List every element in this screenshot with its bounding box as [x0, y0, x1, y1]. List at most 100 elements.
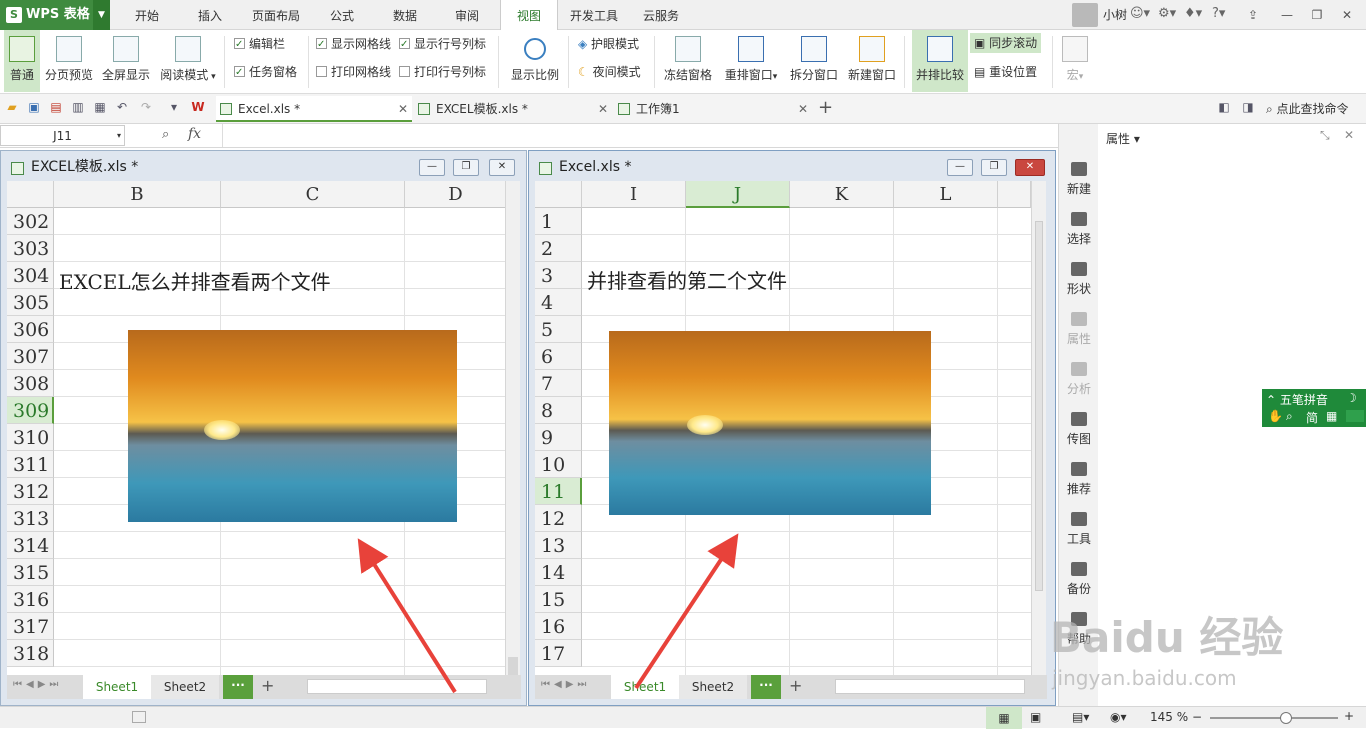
app-menu-button[interactable]: S WPS 表格 ▼ — [0, 0, 110, 30]
doc-tab-workbook1[interactable]: 工作簿1 ✕ — [614, 96, 812, 122]
cell-text[interactable]: 并排查看的第二个文件 — [587, 265, 787, 294]
undo-icon[interactable]: ↶ — [114, 100, 130, 116]
wps-w-icon[interactable]: W — [190, 100, 206, 116]
new-tab-button[interactable]: + — [818, 97, 833, 118]
row-header[interactable]: 302 — [7, 208, 54, 235]
minimize-button[interactable]: — — [419, 159, 445, 176]
row-header[interactable]: 12 — [535, 505, 582, 532]
ime-toolbar[interactable]: ⌃ 五笔拼音 ☽ ✋ ⌕ 简 ▦ — [1262, 389, 1366, 427]
tab-developer[interactable]: 开发工具 — [562, 0, 626, 30]
zoom-level[interactable]: 145 % — [1150, 710, 1188, 724]
add-sheet-button[interactable]: + — [789, 676, 802, 695]
sidebar-item[interactable]: 属性 — [1059, 304, 1099, 352]
row-header[interactable]: 9 — [535, 424, 582, 451]
cell-text[interactable]: EXCEL怎么并排查看两个文件 — [59, 266, 331, 295]
row-header[interactable]: 17 — [535, 640, 582, 667]
zoom-slider-thumb[interactable] — [1280, 712, 1292, 724]
row-header[interactable]: 308 — [7, 370, 54, 397]
doc-tab-template[interactable]: EXCEL模板.xls * ✕ — [414, 96, 612, 122]
scroll-thumb[interactable] — [1035, 221, 1043, 591]
name-box[interactable]: J11 ▾ — [0, 125, 125, 146]
tab-start[interactable]: 开始 — [118, 0, 176, 30]
row-header[interactable]: 11 — [535, 478, 582, 505]
freeze-panes-button[interactable]: 冻结窗格 — [660, 30, 716, 92]
shirt-icon[interactable]: ♦▾ — [1184, 6, 1202, 21]
tab-page-layout[interactable]: 页面布局 — [244, 0, 308, 30]
tab-review[interactable]: 审阅 — [438, 0, 496, 30]
more-sheets-button[interactable]: ··· — [223, 675, 253, 699]
row-header[interactable]: 314 — [7, 532, 54, 559]
close-icon[interactable]: ✕ — [1344, 128, 1354, 142]
user-name[interactable]: 小树 — [1103, 0, 1127, 30]
row-header[interactable]: 6 — [535, 343, 582, 370]
page-layout-icon[interactable]: ▣ — [1030, 710, 1041, 724]
zoom-out-button[interactable]: − — [1192, 710, 1202, 724]
tab-data[interactable]: 数据 — [376, 0, 434, 30]
row-header[interactable]: 310 — [7, 424, 54, 451]
row-header[interactable]: 15 — [535, 586, 582, 613]
row-header[interactable]: 307 — [7, 343, 54, 370]
reading-mode-button[interactable]: 阅读模式 ▾ — [156, 30, 220, 92]
open-icon[interactable]: ▰ — [4, 100, 20, 116]
share-icon[interactable]: ◨ — [1240, 100, 1256, 116]
minimize-icon[interactable]: — — [1276, 5, 1298, 25]
sheet-nav-arrows[interactable]: ⏮◀▶⏭ — [13, 679, 62, 690]
row-header[interactable]: 7 — [535, 370, 582, 397]
page-break-preview-button[interactable]: 分页预览 — [42, 30, 96, 92]
close-icon[interactable]: ✕ — [398, 96, 408, 122]
column-header[interactable]: D — [405, 181, 507, 208]
command-search[interactable]: ⌕ 点此查找命令 — [1266, 100, 1349, 117]
normal-view-button[interactable]: 普通 — [4, 30, 40, 92]
column-header[interactable]: C — [221, 181, 405, 208]
sync-scroll-button[interactable]: ▣ 同步滚动 — [970, 33, 1042, 53]
row-header[interactable]: 313 — [7, 505, 54, 532]
row-header[interactable]: 309 — [7, 397, 54, 424]
zoom-ratio-button[interactable]: 显示比例 — [506, 30, 564, 92]
sidebar-item[interactable]: 选择 — [1059, 204, 1099, 252]
row-header[interactable]: 318 — [7, 640, 54, 667]
row-header[interactable]: 1 — [535, 208, 582, 235]
close-icon[interactable]: ✕ — [1336, 5, 1358, 25]
close-button[interactable]: ✕ — [489, 159, 515, 176]
column-header[interactable]: L — [894, 181, 998, 208]
row-header[interactable]: 303 — [7, 235, 54, 262]
eye-mode-button[interactable]: ◈ 护眼模式 — [578, 34, 639, 54]
zoom-in-button[interactable]: + — [1344, 709, 1354, 723]
avatar[interactable] — [1072, 3, 1098, 27]
rearrange-window-button[interactable]: 重排窗口▾ — [720, 30, 782, 92]
sidebar-item[interactable]: 新建 — [1059, 154, 1099, 202]
task-pane-checkbox[interactable]: 任务窗格 — [234, 62, 297, 83]
minimize-button[interactable]: — — [947, 159, 973, 176]
row-header[interactable]: 316 — [7, 586, 54, 613]
print-headers-checkbox[interactable]: 打印行号列标 — [399, 62, 486, 82]
scroll-thumb[interactable] — [508, 657, 518, 675]
export-pdf-icon[interactable]: ▤ — [48, 100, 64, 116]
row-header[interactable]: 2 — [535, 235, 582, 262]
restore-icon[interactable]: ❐ — [1306, 5, 1328, 25]
zoom-in-icon[interactable]: ⌕ — [162, 127, 169, 142]
sheet-grid[interactable]: B C D 302 303 304 305 306 307 308 309 310 311 312 3… — [7, 181, 507, 675]
sunset-picture[interactable] — [609, 331, 931, 515]
row-header[interactable]: 305 — [7, 289, 54, 316]
doc-tab-excel[interactable]: Excel.xls * ✕ — [216, 96, 412, 122]
sunset-picture[interactable] — [128, 330, 457, 522]
sheet-tab-sheet2[interactable]: Sheet2 — [151, 675, 219, 699]
macro-button[interactable]: 宏▾ — [1058, 30, 1092, 92]
properties-title[interactable]: 属性 ▾ — [1106, 130, 1140, 147]
horizontal-scrollbar[interactable] — [307, 679, 487, 694]
sheet-tab-sheet2[interactable]: Sheet2 — [679, 675, 747, 699]
row-header[interactable]: 317 — [7, 613, 54, 640]
skin-icon[interactable]: ☺▾ — [1130, 6, 1150, 21]
tab-formula[interactable]: 公式 — [312, 0, 372, 30]
help-icon[interactable]: ?▾ — [1212, 6, 1225, 21]
sidebar-item[interactable]: 形状 — [1059, 254, 1099, 302]
column-header-selected[interactable]: J — [686, 181, 790, 208]
print-icon[interactable]: ▥ — [70, 100, 86, 116]
horizontal-scrollbar[interactable] — [835, 679, 1025, 694]
fullscreen-button[interactable]: 全屏显示 — [98, 30, 154, 92]
ime-mode[interactable]: 简 — [1306, 409, 1318, 426]
select-all-corner[interactable] — [7, 181, 54, 208]
zoom-slider[interactable] — [1210, 717, 1338, 719]
keyboard-icon[interactable] — [1346, 410, 1364, 422]
side-by-side-button[interactable]: 并排比较 — [912, 30, 968, 92]
